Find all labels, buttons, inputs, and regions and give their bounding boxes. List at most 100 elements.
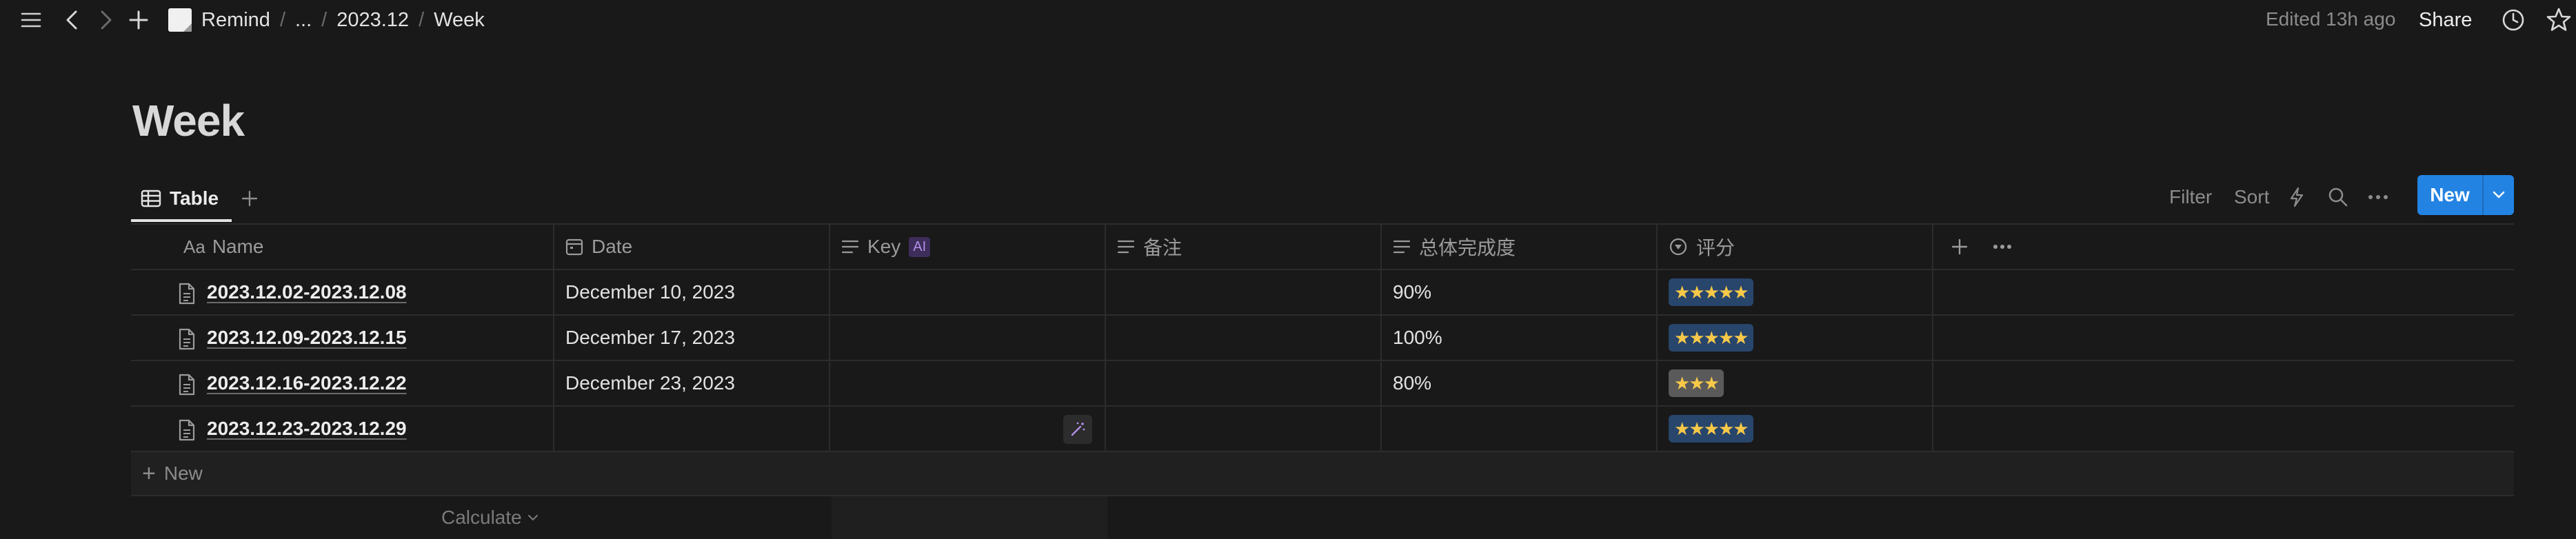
breadcrumb-label: 2023.12: [336, 8, 410, 31]
page-title: Week: [132, 96, 245, 145]
database-table: Aa Name Date Key AI 备注 总体完成度 评分 2023.12.…: [131, 223, 2514, 539]
cell-completion[interactable]: [1382, 407, 1658, 451]
clock-icon[interactable]: [2499, 6, 2528, 34]
cell-empty: [1933, 316, 2514, 360]
table-header-row: Aa Name Date Key AI 备注 总体完成度 评分: [131, 225, 2514, 270]
text-lines-icon: [841, 239, 859, 254]
share-button[interactable]: Share: [2419, 6, 2472, 34]
column-header-note[interactable]: 备注: [1106, 225, 1382, 269]
calculate-button[interactable]: Calculate: [441, 496, 539, 539]
star-icon: ★: [1733, 418, 1749, 439]
sort-button[interactable]: Sort: [2234, 182, 2269, 212]
top-bar: Remind / ... / 2023.12 / Week Edited 13h…: [0, 0, 2576, 40]
date-value: December 10, 2023: [565, 281, 735, 303]
table-row[interactable]: 2023.12.23-2023.12.29 ★ ★ ★ ★ ★: [131, 407, 2514, 452]
column-header-date[interactable]: Date: [554, 225, 830, 269]
star-icon: ★: [1689, 281, 1704, 303]
breadcrumb: Remind / ... / 2023.12 / Week: [163, 6, 490, 34]
breadcrumb-separator: /: [419, 8, 425, 31]
star-icon: ★: [1689, 372, 1704, 394]
cell-key[interactable]: [830, 270, 1106, 314]
new-row-label: New: [163, 462, 203, 484]
cell-date[interactable]: [554, 407, 830, 451]
breadcrumb-item-remind[interactable]: Remind: [163, 8, 276, 32]
star-icon[interactable]: [2544, 6, 2573, 34]
new-page-button[interactable]: New: [2417, 175, 2514, 215]
document-icon: [178, 374, 196, 396]
tab-table[interactable]: Table: [131, 175, 232, 222]
property-more-icon[interactable]: [1993, 244, 2012, 250]
plus-icon: +: [142, 460, 156, 487]
cell-rating[interactable]: ★ ★ ★ ★ ★: [1658, 270, 1933, 314]
table-row[interactable]: 2023.12.02-2023.12.08 December 10, 2023 90…: [131, 270, 2514, 316]
cell-note[interactable]: [1106, 361, 1382, 405]
cell-completion[interactable]: 100%: [1382, 316, 1658, 360]
row-title-link[interactable]: 2023.12.23-2023.12.29: [207, 418, 407, 440]
column-label: 备注: [1143, 237, 1183, 258]
breadcrumb-item-month[interactable]: 2023.12: [331, 9, 414, 32]
cell-rating[interactable]: ★ ★ ★: [1658, 361, 1933, 405]
forward-arrow-icon[interactable]: [94, 7, 119, 33]
calculate-row: Calculate: [131, 496, 2514, 539]
star-icon: ★: [1718, 281, 1734, 303]
add-view-button[interactable]: [236, 185, 263, 212]
cell-date[interactable]: December 17, 2023: [554, 316, 830, 360]
cell-key[interactable]: [830, 361, 1106, 405]
more-options-icon[interactable]: [2368, 182, 2388, 212]
column-header-completion[interactable]: 总体完成度: [1382, 225, 1658, 269]
back-arrow-icon[interactable]: [59, 7, 84, 33]
cell-key[interactable]: [830, 316, 1106, 360]
cell-key[interactable]: [830, 407, 1106, 451]
breadcrumb-item-ellipsis[interactable]: ...: [290, 9, 317, 32]
new-button-label: New: [2417, 175, 2484, 215]
text-lines-icon: [1117, 239, 1135, 254]
rating-tag: ★ ★ ★ ★ ★: [1669, 278, 1753, 306]
star-icon: ★: [1703, 372, 1720, 394]
cell-name[interactable]: 2023.12.23-2023.12.29: [131, 407, 554, 451]
cell-empty: [1933, 270, 2514, 314]
cell-note[interactable]: [1106, 407, 1382, 451]
calendar-icon: [565, 238, 583, 256]
star-icon: ★: [1674, 281, 1690, 303]
plus-icon[interactable]: [124, 7, 153, 33]
cell-rating[interactable]: ★ ★ ★ ★ ★: [1658, 316, 1933, 360]
cell-completion[interactable]: 80%: [1382, 361, 1658, 405]
cell-note[interactable]: [1106, 316, 1382, 360]
star-icon: ★: [1674, 418, 1690, 439]
table-row[interactable]: 2023.12.16-2023.12.22 December 23, 2023 80…: [131, 361, 2514, 407]
cell-note[interactable]: [1106, 270, 1382, 314]
star-icon: ★: [1703, 281, 1720, 303]
row-title-link[interactable]: 2023.12.02-2023.12.08: [207, 281, 407, 303]
breadcrumb-label: ...: [295, 8, 312, 31]
column-header-name[interactable]: Aa Name: [131, 225, 554, 269]
add-property-plus-icon[interactable]: [1951, 238, 1968, 255]
cell-name[interactable]: 2023.12.16-2023.12.22: [131, 361, 554, 405]
breadcrumb-label: Week: [434, 8, 485, 31]
menu-icon[interactable]: [17, 7, 46, 33]
completion-value: 100%: [1393, 327, 1442, 348]
automation-lightning-icon[interactable]: [2289, 182, 2304, 212]
cell-name[interactable]: 2023.12.02-2023.12.08: [131, 270, 554, 314]
cell-date[interactable]: December 23, 2023: [554, 361, 830, 405]
ai-autofill-magic-icon[interactable]: [1063, 415, 1092, 444]
row-title-link[interactable]: 2023.12.09-2023.12.15: [207, 327, 407, 349]
search-icon[interactable]: [2328, 182, 2348, 212]
cell-empty: [1933, 361, 2514, 405]
cell-rating[interactable]: ★ ★ ★ ★ ★: [1658, 407, 1933, 451]
add-new-row-button[interactable]: + New: [131, 452, 2514, 496]
table-row[interactable]: 2023.12.09-2023.12.15 December 17, 2023 10…: [131, 316, 2514, 361]
cell-name[interactable]: 2023.12.09-2023.12.15: [131, 316, 554, 360]
star-icon: ★: [1703, 418, 1720, 439]
column-header-rating[interactable]: 评分: [1658, 225, 1933, 269]
breadcrumb-separator: /: [321, 8, 328, 31]
view-bar: Table Filter Sort New: [131, 175, 2514, 222]
chevron-down-icon[interactable]: [2484, 175, 2514, 215]
ai-badge: AI: [909, 236, 931, 257]
cell-completion[interactable]: 90%: [1382, 270, 1658, 314]
rating-tag: ★ ★ ★: [1669, 369, 1724, 397]
column-header-key[interactable]: Key AI: [830, 225, 1106, 269]
cell-date[interactable]: December 10, 2023: [554, 270, 830, 314]
row-title-link[interactable]: 2023.12.16-2023.12.22: [207, 372, 407, 394]
filter-button[interactable]: Filter: [2169, 182, 2212, 212]
breadcrumb-item-week[interactable]: Week: [428, 9, 490, 32]
